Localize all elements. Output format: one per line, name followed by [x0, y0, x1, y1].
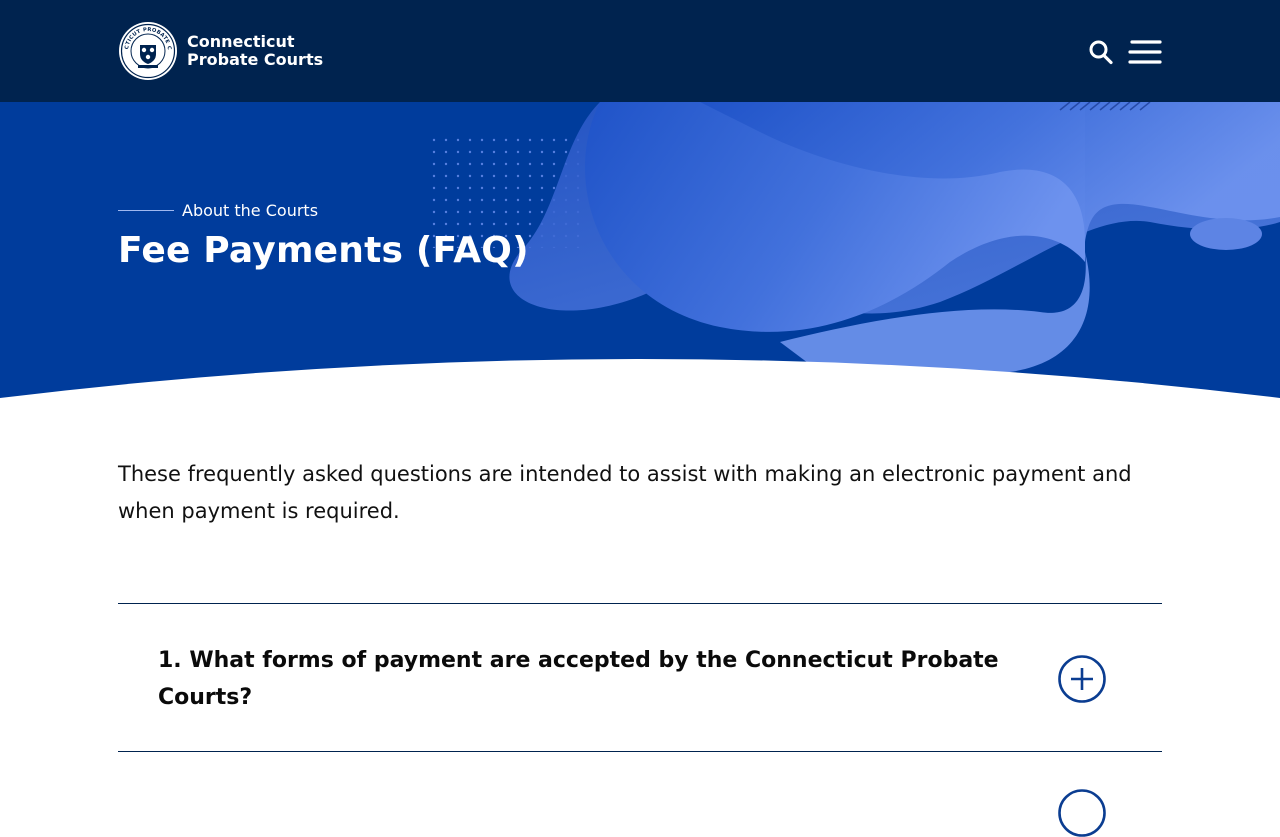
court-seal-icon: CONNECTICUT PROBATE COURTS	[118, 21, 177, 80]
intro-paragraph: These frequently asked questions are int…	[118, 462, 1132, 523]
breadcrumb: About the Courts	[118, 201, 318, 220]
expand-plus-icon[interactable]	[1058, 655, 1106, 703]
faq-list: 1. What forms of payment are accepted by…	[118, 603, 1162, 837]
home-logo-link[interactable]: CONNECTICUT PROBATE COURTS Connecticut P…	[118, 20, 323, 82]
search-icon[interactable]	[1088, 38, 1114, 66]
brand-line-1: Connecticut	[187, 32, 295, 51]
hero-banner: About the Courts Fee Payments (FAQ)	[0, 102, 1280, 402]
eyebrow-rule	[118, 210, 174, 211]
header-tools	[1088, 38, 1162, 66]
expand-plus-icon[interactable]	[1058, 789, 1106, 837]
breadcrumb-link-about[interactable]: About the Courts	[182, 201, 318, 220]
page-title: Fee Payments (FAQ)	[118, 230, 529, 271]
faq-question[interactable]: 1. What forms of payment are accepted by…	[158, 642, 1018, 716]
brand-line-2: Probate Courts	[187, 50, 324, 69]
brand-name: Connecticut Probate Courts	[187, 33, 323, 69]
faq-item[interactable]: 1. What forms of payment are accepted by…	[118, 603, 1162, 837]
site-header: CONNECTICUT PROBATE COURTS Connecticut P…	[0, 0, 1280, 102]
menu-icon[interactable]	[1128, 38, 1162, 66]
